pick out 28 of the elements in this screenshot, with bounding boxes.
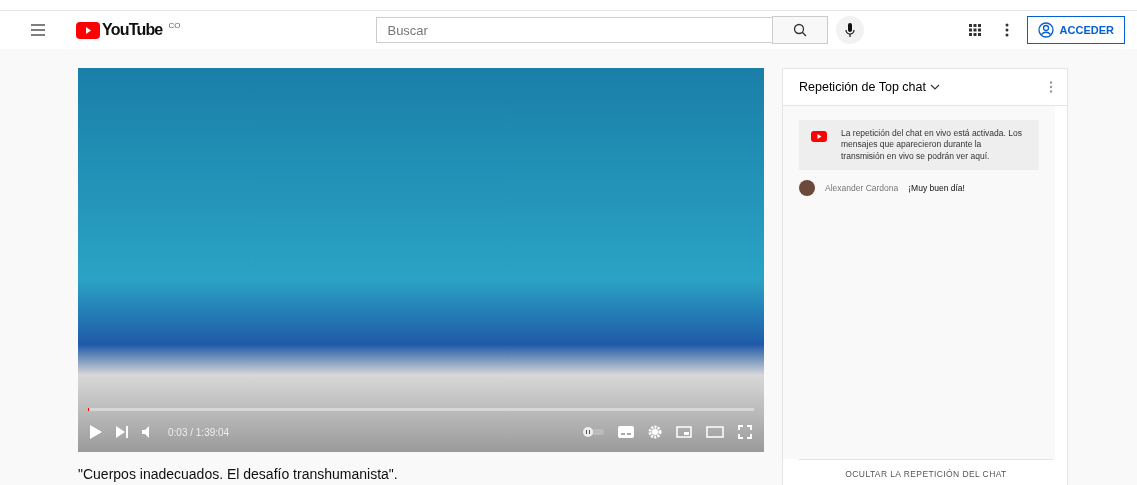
message-author: Alexander Cardona <box>825 183 899 194</box>
sign-in-button[interactable]: ACCEDER <box>1026 16 1125 44</box>
search-field[interactable]: Buscar <box>376 17 773 43</box>
more-options-icon[interactable] <box>1049 81 1053 93</box>
play-icon[interactable] <box>90 425 102 439</box>
message-text: ¡Muy buen día! <box>908 183 965 194</box>
subtitles-icon[interactable] <box>618 426 634 438</box>
user-icon <box>1037 22 1054 38</box>
settings-icon[interactable] <box>648 425 662 439</box>
microphone-button[interactable] <box>836 16 865 44</box>
next-icon[interactable] <box>116 426 128 438</box>
search-button[interactable] <box>772 16 829 44</box>
country-code: CO <box>168 21 181 30</box>
search-icon <box>793 23 808 37</box>
chevron-down-icon <box>929 84 940 90</box>
notice-text: La repetición del chat en vivo está activada. Los mensajes que aparecieron durante la transmisión en vivo se podrán ver aquí. <box>841 128 1023 163</box>
microphone-icon <box>845 23 856 37</box>
play-logo-icon[interactable] <box>76 21 100 39</box>
autoplay-toggle-icon[interactable] <box>582 427 604 437</box>
avatar <box>799 180 815 197</box>
logo-text[interactable]: YouTube <box>102 21 163 39</box>
theater-mode-icon[interactable] <box>706 426 724 438</box>
chat-mode-dropdown[interactable]: Repetición de Top chat <box>799 80 940 94</box>
video-title: "Cuerpos inadecuados. El desafío transhumanista". <box>78 466 399 482</box>
fullscreen-icon[interactable] <box>738 425 752 439</box>
video-time: 0:03 / 1:39:04 <box>168 426 230 438</box>
miniplayer-icon[interactable] <box>676 426 692 438</box>
play-logo-icon <box>811 131 827 142</box>
